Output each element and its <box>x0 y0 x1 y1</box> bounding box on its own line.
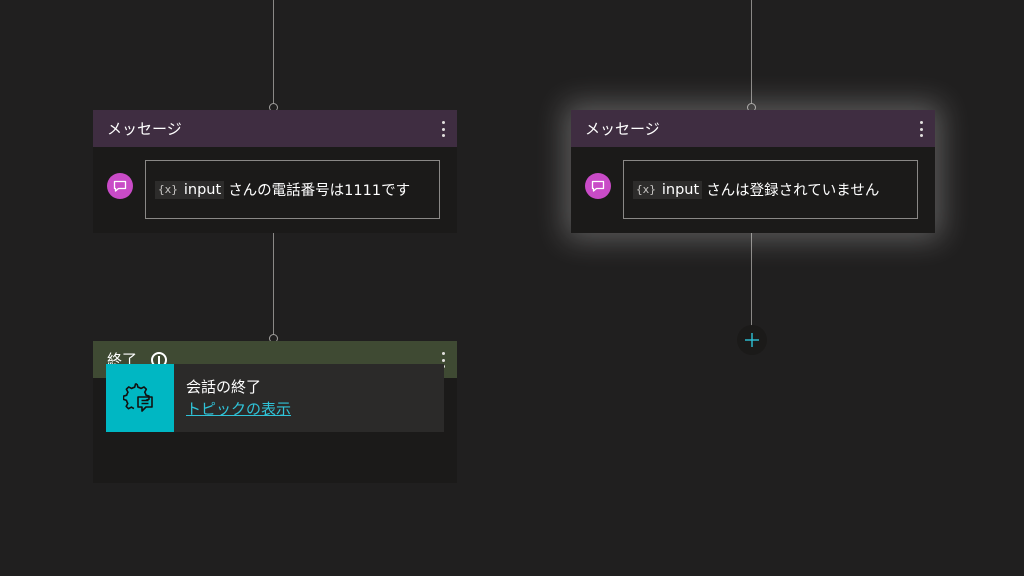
node-title: メッセージ <box>107 120 182 138</box>
variable-chip[interactable]: {x} input <box>155 180 225 199</box>
gear-chat-icon <box>106 364 174 432</box>
message-node-left[interactable]: メッセージ {x} input さんの電話番号は1111です <box>93 110 457 233</box>
message-node-right[interactable]: メッセージ {x} input さんは登録されていません <box>571 110 935 233</box>
plus-icon <box>745 333 759 347</box>
connector-middle-left <box>273 233 274 335</box>
end-node[interactable]: 終了 会話の終了 トピックの表示 <box>93 341 457 483</box>
end-action-title: 会話の終了 <box>186 378 262 396</box>
variable-chip[interactable]: {x} input <box>633 180 703 199</box>
message-text-field[interactable]: {x} input さんは登録されていません <box>623 160 918 219</box>
more-vertical-icon[interactable] <box>919 121 923 137</box>
variable-icon: {x} <box>158 183 178 196</box>
message-text: さんは登録されていません <box>706 183 880 199</box>
variable-name: input <box>661 181 700 198</box>
show-topic-link[interactable]: トピックの表示 <box>186 398 291 420</box>
connector-bottom-right <box>751 233 752 327</box>
variable-name: input <box>183 181 222 198</box>
chat-bubble-icon <box>107 173 133 199</box>
message-text-field[interactable]: {x} input さんの電話番号は1111です <box>145 160 440 219</box>
end-action-card: 会話の終了 トピックの表示 <box>106 364 444 432</box>
node-title: メッセージ <box>585 120 660 138</box>
message-node-header: メッセージ <box>93 110 457 147</box>
message-text: さんの電話番号は1111です <box>228 183 411 199</box>
more-vertical-icon[interactable] <box>441 121 445 137</box>
variable-icon: {x} <box>636 183 656 196</box>
connector-top-right <box>751 0 752 104</box>
message-node-header: メッセージ <box>571 110 935 147</box>
connector-top-left <box>273 0 274 104</box>
chat-bubble-icon <box>585 173 611 199</box>
add-node-button[interactable] <box>737 325 767 355</box>
